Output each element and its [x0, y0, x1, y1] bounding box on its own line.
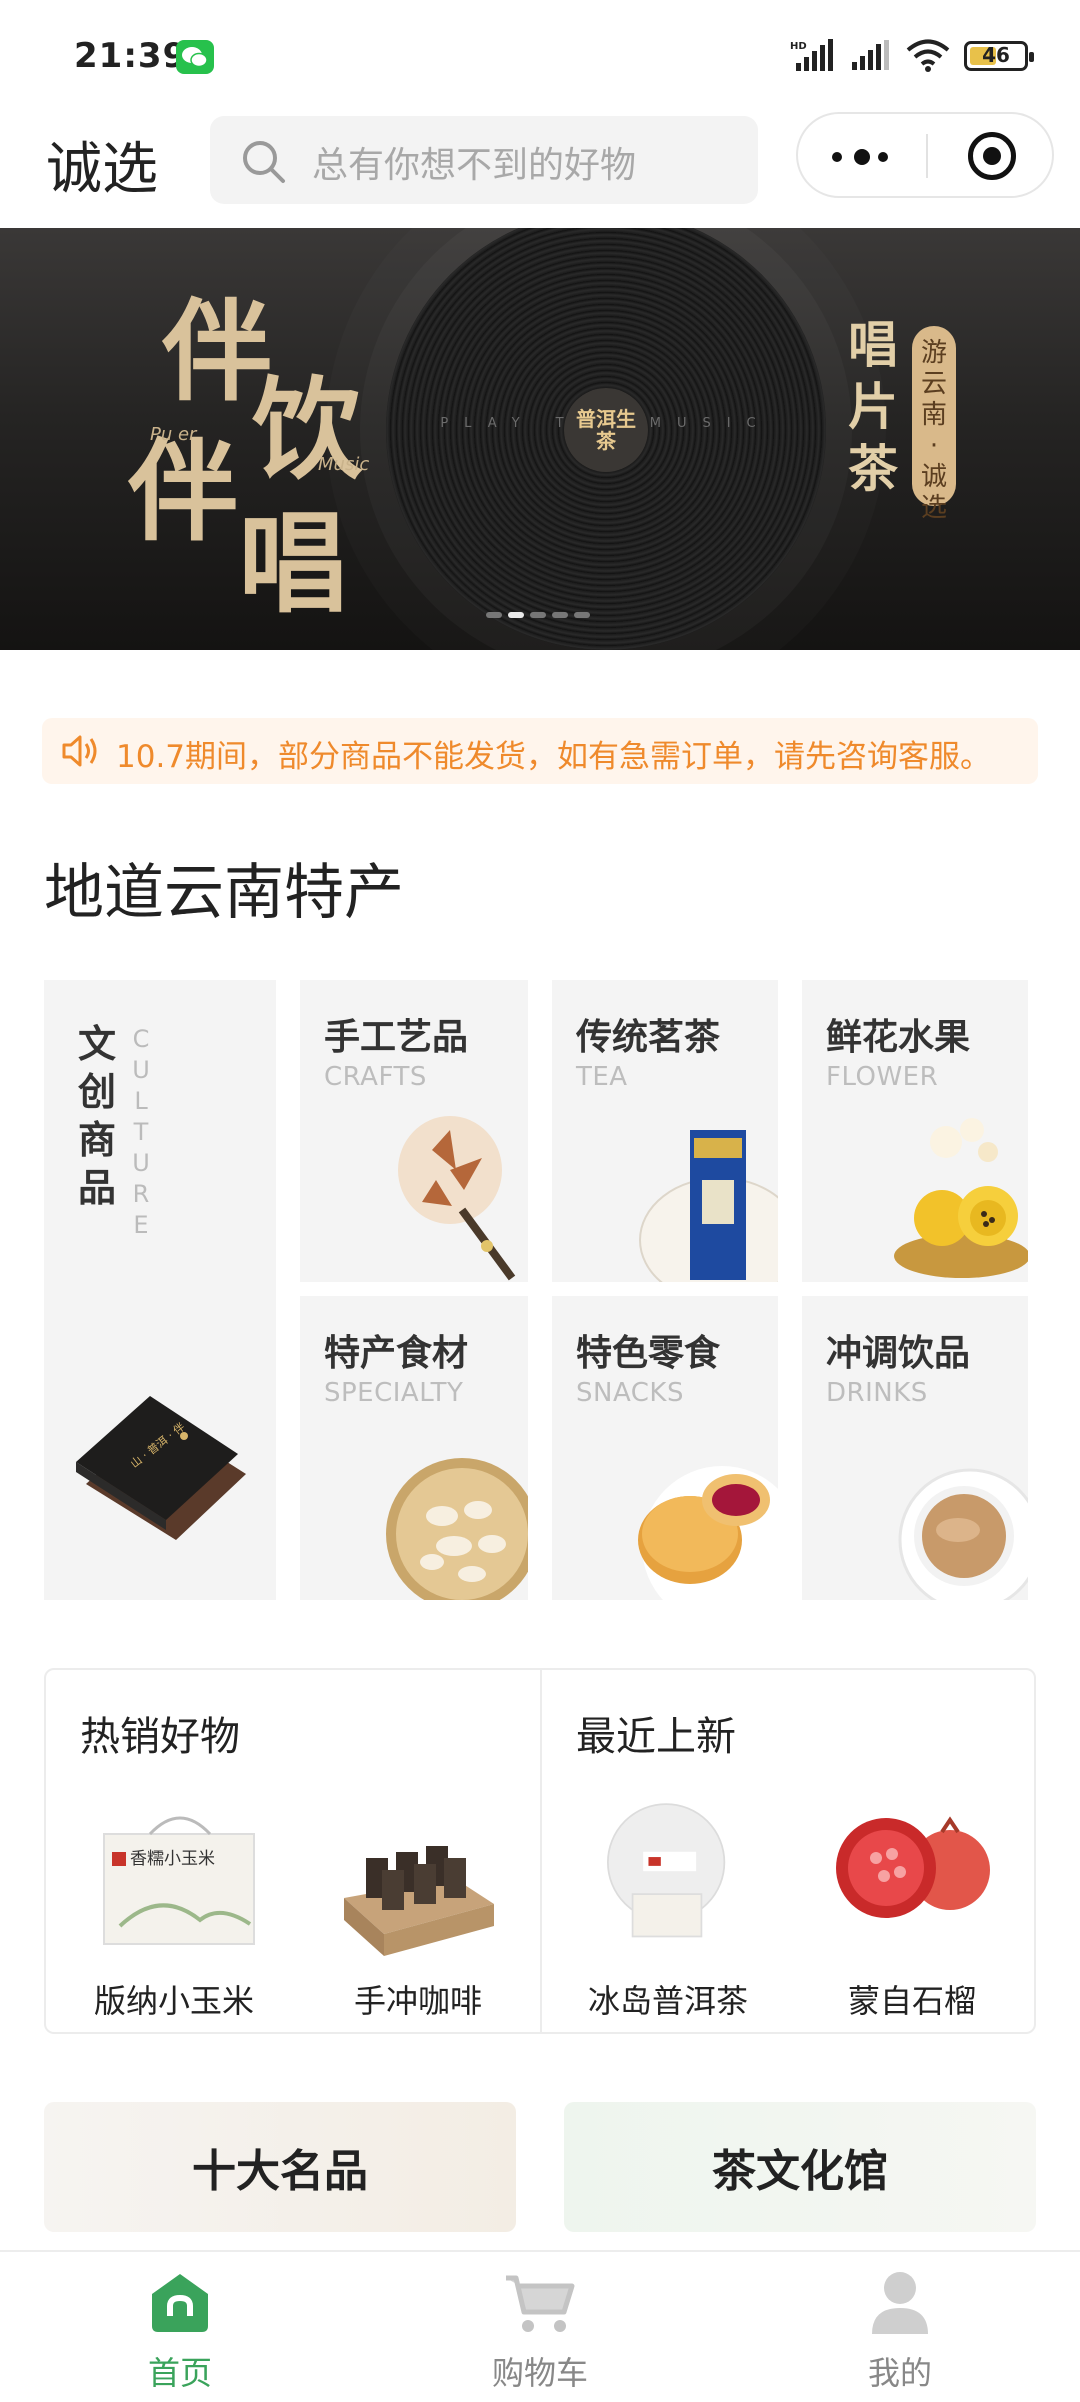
signal-icon: HD	[790, 39, 833, 71]
carousel-dots	[486, 612, 590, 618]
category-subtitle: SPECIALTY	[324, 1378, 464, 1408]
product-label: 手冲咖啡	[353, 1982, 482, 2020]
mushroom-image	[386, 1458, 528, 1600]
wechat-icon	[176, 40, 214, 74]
carousel-dot[interactable]	[574, 612, 590, 618]
category-drinks[interactable]: 冲调饮品 DRINKS	[802, 1296, 1028, 1600]
notice-bar[interactable]: 10.7期间，部分商品不能发货，如有急需订单，请先咨询客服。	[42, 718, 1038, 784]
search-input[interactable]: 总有你想不到的好物	[210, 116, 758, 204]
battery-icon: 46	[964, 41, 1034, 71]
category-subtitle: TEA	[576, 1062, 628, 1092]
banner-char-4: 唱	[238, 499, 348, 628]
new-item[interactable]: 蒙自石榴	[790, 1670, 1036, 2032]
category-specialty[interactable]: 特产食材 SPECIALTY	[300, 1296, 528, 1600]
pomegranate-image	[836, 1816, 990, 1918]
flower-cake-image	[638, 1466, 778, 1600]
category-title: 文创商品	[78, 1022, 117, 1210]
category-flower[interactable]: 鲜花水果 FLOWER	[802, 980, 1028, 1282]
category-title: 手工艺品	[324, 1017, 469, 1058]
svg-text:HD: HD	[790, 41, 807, 52]
more-icon[interactable]	[832, 146, 892, 166]
cart-icon	[506, 2275, 575, 2332]
banner-small-text-2: Music	[318, 454, 370, 475]
wifi-icon	[906, 39, 950, 72]
category-title: 特色零食	[576, 1333, 721, 1374]
category-subtitle: FLOWER	[826, 1062, 939, 1092]
category-title: 传统茗茶	[576, 1017, 721, 1058]
carousel-dot[interactable]	[530, 612, 546, 618]
corn-box-image: 香糯小玉米	[103, 1816, 255, 1945]
notice-text: 10.7期间，部分商品不能发货，如有急需订单，请先咨询客服。	[116, 739, 992, 775]
category-subtitle: CULTURE	[132, 1025, 150, 1239]
miniprogram-capsule	[796, 112, 1054, 198]
category-subtitle: CRAFTS	[324, 1062, 427, 1092]
category-title: 冲调饮品	[826, 1333, 971, 1374]
hot-new-panel: 热销好物 最近上新 香糯小玉米 版纳小玉米 手冲咖啡 冰岛普洱茶 蒙自石榴	[44, 1668, 1036, 2034]
status-bar: 21:39 HD 46	[0, 0, 1080, 110]
vinyl-record: PLAY THE MUSIC 普洱生茶	[386, 228, 826, 650]
status-indicators: HD 46	[790, 36, 1034, 76]
category-subtitle: SNACKS	[576, 1378, 684, 1408]
coffee-cup-image	[898, 1468, 1028, 1600]
banner-small-text: Pu er	[150, 424, 197, 445]
tab-home[interactable]: 首页	[80, 2252, 280, 2402]
carousel-dot[interactable]	[552, 612, 568, 618]
banner-carousel[interactable]: PLAY THE MUSIC 普洱生茶 伴 饮 伴 唱 Pu er Music …	[0, 228, 1080, 650]
tab-label: 我的	[867, 2354, 932, 2392]
close-target-icon[interactable]	[968, 132, 1016, 180]
tab-label: 首页	[147, 2354, 212, 2392]
carousel-dot[interactable]	[508, 612, 524, 618]
brand-title: 诚选	[46, 137, 158, 202]
puer-cake-image	[607, 1803, 726, 1938]
new-item[interactable]: 冰岛普洱茶	[542, 1670, 790, 2032]
record-label-text: 普洱生茶	[576, 407, 636, 453]
capsule-divider	[926, 134, 928, 178]
top-ten-tile[interactable]: 十大名品	[44, 2102, 516, 2232]
tea-culture-tile[interactable]: 茶文化馆	[564, 2102, 1036, 2232]
category-tea[interactable]: 传统茗茶 TEA	[552, 980, 778, 1282]
tab-label: 购物车	[491, 2354, 588, 2392]
category-culture[interactable]: 文创商品 CULTURE 山 · 普洱 · 伴	[44, 980, 276, 1600]
category-title: 特产食材	[324, 1333, 469, 1374]
banner-tag: 游云南 · 诚选	[912, 326, 956, 523]
category-crafts[interactable]: 手工艺品 CRAFTS	[300, 980, 528, 1282]
home-icon	[152, 2274, 208, 2332]
tab-profile[interactable]: 我的	[800, 2252, 1000, 2402]
tab-bar: 首页 购物车 我的	[0, 2250, 1080, 2402]
coffee-set-image	[344, 1846, 494, 1956]
product-label: 版纳小玉米	[93, 1982, 254, 2020]
banner-vertical-title: 唱片茶	[848, 315, 898, 498]
carousel-dot[interactable]	[486, 612, 502, 618]
category-subtitle: DRINKS	[826, 1378, 928, 1408]
passion-fruit-image	[894, 1118, 1028, 1278]
category-snacks[interactable]: 特色零食 SNACKS	[552, 1296, 778, 1600]
product-label: 冰岛普洱茶	[587, 1982, 748, 2020]
product-box-image: 山 · 普洱 · 伴	[76, 1396, 246, 1540]
search-icon	[243, 141, 285, 183]
user-icon	[872, 2272, 928, 2334]
status-time: 21:39	[74, 36, 188, 76]
speaker-icon	[62, 735, 97, 767]
hot-item[interactable]: 手冲咖啡	[294, 1670, 540, 2032]
hot-item[interactable]: 香糯小玉米 版纳小玉米	[46, 1670, 294, 2032]
product-label: 蒙自石榴	[847, 1982, 976, 2020]
svg-text:香糯小玉米: 香糯小玉米	[130, 1849, 215, 1869]
category-title: 鲜花水果	[826, 1017, 971, 1058]
tea-cake-image	[639, 1130, 778, 1282]
tab-cart[interactable]: 购物车	[440, 2252, 640, 2402]
section-title: 地道云南特产	[44, 858, 404, 928]
search-placeholder: 总有你想不到的好物	[312, 145, 637, 186]
signal-icon-2	[852, 40, 889, 70]
fan-image	[398, 1116, 516, 1281]
